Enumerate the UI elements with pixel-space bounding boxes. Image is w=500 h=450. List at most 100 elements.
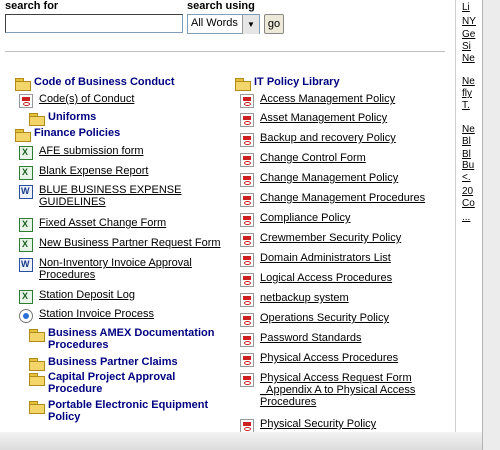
link-label[interactable]: Procedures [39, 269, 192, 281]
link-label[interactable]: Physical Security Policy [260, 418, 376, 430]
link-label[interactable]: Change Management Policy [260, 172, 398, 184]
doc-code-of-conduct[interactable]: Code(s) of Conduct [19, 93, 134, 108]
pdf-icon [240, 94, 254, 108]
vertical-scrollbar[interactable] [482, 0, 500, 450]
side-text[interactable]: Co [462, 198, 475, 209]
search-mode-value: All Words [191, 17, 238, 29]
it-policy-item[interactable]: Physical Security Policy [240, 418, 376, 433]
folder-uniforms[interactable]: Uniforms [29, 111, 97, 126]
doc-afe-submission[interactable]: AFE submission form [19, 145, 144, 160]
it-policy-item[interactable]: Asset Management Policy [240, 112, 387, 127]
side-text[interactable]: <. [462, 172, 471, 183]
side-text[interactable]: T. [462, 100, 470, 111]
it-policy-item[interactable]: Change Management Policy [240, 172, 398, 187]
link-label[interactable]: Compliance Policy [260, 212, 350, 224]
folder-portable-electronic[interactable]: Portable Electronic Equipment Policy [29, 399, 208, 423]
link-label[interactable]: Fixed Asset Change Form [39, 217, 166, 229]
folder-capital-project[interactable]: Capital Project Approval Procedure [29, 371, 175, 395]
doc-blank-expense-report[interactable]: Blank Expense Report [19, 165, 148, 180]
folder-business-amex[interactable]: Business AMEX Documentation Procedures [29, 327, 214, 351]
pdf-icon [240, 113, 254, 127]
search-for-label: search for [5, 0, 59, 12]
doc-fixed-asset-change[interactable]: Fixed Asset Change Form [19, 217, 166, 232]
side-text[interactable]: Si [462, 41, 471, 52]
link-label[interactable]: Domain Administrators List [260, 252, 391, 264]
link-label[interactable]: AFE submission form [39, 145, 144, 157]
side-text[interactable]: 20 [462, 186, 473, 197]
it-policy-item[interactable]: Physical Access Request Form _Appendix A … [240, 372, 415, 408]
side-text[interactable]: Ge [462, 29, 475, 40]
folder-it-policy-library[interactable]: IT Policy Library [235, 76, 340, 91]
side-text[interactable]: Ne [462, 124, 475, 135]
folder-label: IT Policy Library [254, 76, 340, 88]
it-policy-item[interactable]: Change Management Procedures [240, 192, 425, 207]
folder-business-partner-claims[interactable]: Business Partner Claims [29, 356, 178, 371]
it-policy-item[interactable]: Compliance Policy [240, 212, 350, 227]
folder-label: Portable Electronic Equipment [48, 399, 209, 411]
folder-label: Procedure [48, 383, 103, 395]
side-text[interactable]: Ne [462, 76, 475, 87]
doc-station-invoice-process[interactable]: Station Invoice Process [19, 308, 154, 323]
side-text[interactable]: Li [462, 2, 470, 13]
side-text[interactable]: NY [462, 16, 476, 27]
folder-label: Finance Policies [34, 127, 121, 139]
side-text[interactable]: Bu [462, 160, 474, 171]
link-label[interactable]: Asset Management Policy [260, 112, 387, 124]
link-label[interactable]: Station Deposit Log [39, 289, 135, 301]
it-policy-item[interactable]: Crewmember Security Policy [240, 232, 401, 247]
search-input[interactable] [5, 14, 183, 33]
go-button[interactable]: go [264, 14, 284, 34]
doc-non-inventory-invoice[interactable]: Non-Inventory Invoice Approval Procedure… [19, 257, 192, 281]
it-policy-item[interactable]: Domain Administrators List [240, 252, 391, 267]
link-label[interactable]: Operations Security Policy [260, 312, 389, 324]
side-text[interactable]: Bl [462, 136, 471, 147]
link-label[interactable]: Station Invoice Process [39, 308, 154, 320]
it-policy-item[interactable]: netbackup system [240, 292, 349, 307]
link-label[interactable]: BLUE BUSINESS EXPENSE [39, 184, 181, 196]
pdf-icon [240, 213, 254, 227]
link-label[interactable]: Change Management Procedures [260, 192, 425, 204]
excel-icon [19, 146, 33, 160]
doc-station-deposit-log[interactable]: Station Deposit Log [19, 289, 135, 304]
folder-code-of-business-conduct[interactable]: Code of Business Conduct [15, 76, 175, 91]
excel-icon [19, 218, 33, 232]
folder-label: Uniforms [48, 111, 97, 123]
it-policy-item[interactable]: Password Standards [240, 332, 362, 347]
link-label[interactable]: Non-Inventory Invoice Approval [39, 257, 192, 269]
doc-new-business-partner[interactable]: New Business Partner Request Form [19, 237, 221, 252]
pdf-icon [240, 419, 254, 433]
chevron-down-icon[interactable]: ▼ [242, 15, 259, 34]
link-label[interactable]: Physical Access Request Form [260, 372, 415, 384]
it-policy-item[interactable]: Access Management Policy [240, 93, 395, 108]
it-policy-item[interactable]: Backup and recovery Policy [240, 132, 396, 147]
link-label[interactable]: _Appendix A to Physical Access [260, 384, 415, 396]
pdf-icon [240, 313, 254, 327]
search-mode-select[interactable]: All Words ▼ [187, 14, 260, 34]
side-text[interactable]: ... [462, 212, 470, 223]
side-text[interactable]: Bl [462, 149, 471, 160]
link-label[interactable]: New Business Partner Request Form [39, 237, 221, 249]
it-policy-item[interactable]: Physical Access Procedures [240, 352, 398, 367]
link-label[interactable]: Code(s) of Conduct [39, 93, 134, 105]
link-label[interactable]: Access Management Policy [260, 93, 395, 105]
it-policy-item[interactable]: Change Control Form [240, 152, 366, 167]
it-policy-item[interactable]: Logical Access Procedures [240, 272, 392, 287]
link-label[interactable]: Crewmember Security Policy [260, 232, 401, 244]
link-label[interactable]: Physical Access Procedures [260, 352, 398, 364]
doc-blue-business-expense[interactable]: BLUE BUSINESS EXPENSE GUIDELINES [19, 184, 181, 208]
it-policy-item[interactable]: Operations Security Policy [240, 312, 389, 327]
link-label[interactable]: Blank Expense Report [39, 165, 148, 177]
link-label[interactable]: Procedures [260, 396, 415, 408]
folder-finance-policies[interactable]: Finance Policies [15, 127, 121, 142]
side-text[interactable]: fly [462, 88, 472, 99]
link-label[interactable]: Logical Access Procedures [260, 272, 392, 284]
pdf-icon [240, 333, 254, 347]
link-label[interactable]: Password Standards [260, 332, 362, 344]
folder-icon [29, 373, 45, 386]
link-label[interactable]: netbackup system [260, 292, 349, 304]
link-label[interactable]: Backup and recovery Policy [260, 132, 396, 144]
side-text[interactable]: Ne [462, 53, 475, 64]
link-label[interactable]: Change Control Form [260, 152, 366, 164]
word-icon [19, 258, 33, 272]
link-label[interactable]: GUIDELINES [39, 196, 181, 208]
